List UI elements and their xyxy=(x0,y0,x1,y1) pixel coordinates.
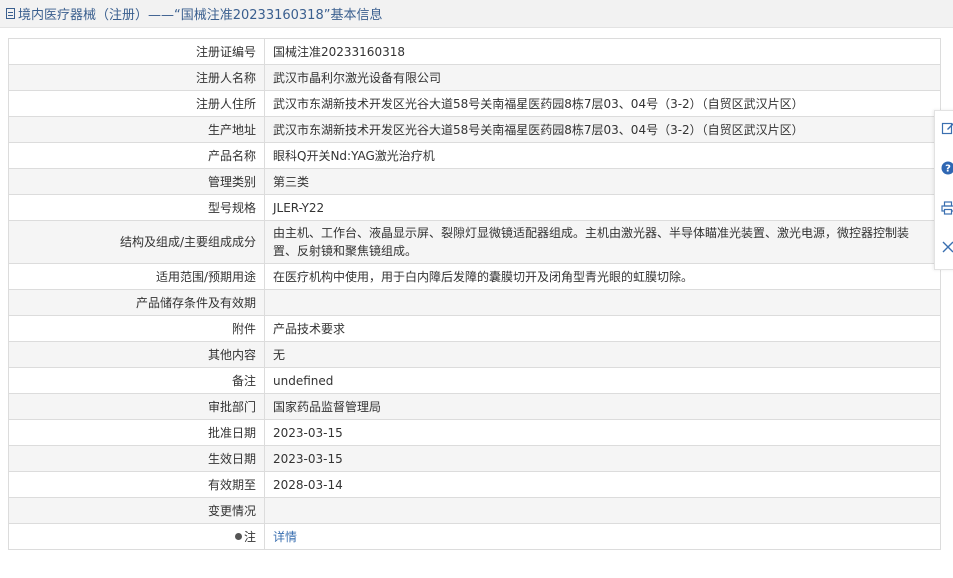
row-label: 型号规格 xyxy=(8,194,265,221)
table-row: 结构及组成/主要组成成分 由主机、工作台、液晶显示屏、裂隙灯显微镜适配器组成。主机… xyxy=(8,220,941,264)
table-row: 审批部门 国家药品监督管理局 xyxy=(8,393,941,420)
note-label-cell: 注 xyxy=(8,523,265,550)
page-header: 境内医疗器械（注册）——“国械注准20233160318”基本信息 xyxy=(0,0,953,28)
row-value: 在医疗机构中使用，用于白内障后发障的囊膜切开及闭角型青光眼的虹膜切除。 xyxy=(264,263,941,290)
table-row: 注册证编号 国械注准20233160318 xyxy=(8,38,941,65)
table-row: 生产地址 武汉市东湖新技术开发区光谷大道58号关南福星医药园8栋7层03、04号（… xyxy=(8,116,941,143)
row-label: 注册人住所 xyxy=(8,90,265,117)
table-row: 产品名称 眼科Q开关Nd:YAG激光治疗机 xyxy=(8,142,941,169)
row-value: 由主机、工作台、液晶显示屏、裂隙灯显微镜适配器组成。主机由激光器、半导体瞄准光装… xyxy=(264,220,941,264)
table-row: 其他内容无 xyxy=(8,341,941,368)
edit-icon[interactable] xyxy=(940,121,953,137)
row-label: 附件 xyxy=(8,315,265,342)
note-label: 注 xyxy=(243,529,256,544)
details-link[interactable]: 详情 xyxy=(273,530,297,544)
row-value: 第三类 xyxy=(264,168,941,195)
row-label: 管理类别 xyxy=(8,168,265,195)
table-row: 批准日期 2023-03-15 xyxy=(8,419,941,446)
row-value: 2023-03-15 xyxy=(264,445,941,472)
row-label: 适用范围/预期用途 xyxy=(8,263,265,290)
row-value: 2028-03-14 xyxy=(264,471,941,498)
table-row: 注册人住所 武汉市东湖新技术开发区光谷大道58号关南福星医药园8栋7层03、04号… xyxy=(8,90,941,117)
row-label: 生效日期 xyxy=(8,445,265,472)
row-label: 结构及组成/主要组成成分 xyxy=(8,220,265,264)
row-label: 注册证编号 xyxy=(8,38,265,65)
row-label: 备注 xyxy=(8,367,265,394)
row-label: 注册人名称 xyxy=(8,64,265,91)
table-row: 有效期至 2028-03-14 xyxy=(8,471,941,498)
row-value: JLER-Y22 xyxy=(264,194,941,221)
detail-table: 注册证编号 国械注准20233160318 注册人名称 武汉市晶利尔激光设备有限公司… xyxy=(8,38,941,550)
row-label: 有效期至 xyxy=(8,471,265,498)
page-title: 境内医疗器械（注册）——“国械注准20233160318”基本信息 xyxy=(18,8,383,23)
table-row: 变更情况 xyxy=(8,497,941,524)
row-value: undefined xyxy=(264,367,941,394)
floating-toolbar: ? xyxy=(934,110,953,270)
row-label: 审批部门 xyxy=(8,393,265,420)
table-row: 注册人名称 武汉市晶利尔激光设备有限公司 xyxy=(8,64,941,91)
table-row: 适用范围/预期用途 在医疗机构中使用，用于白内障后发障的囊膜切开及闭角型青光眼的虹… xyxy=(8,263,941,290)
print-icon[interactable] xyxy=(940,201,953,217)
row-label: 生产地址 xyxy=(8,116,265,143)
row-value: 武汉市东湖新技术开发区光谷大道58号关南福星医药园8栋7层03、04号（3-2）… xyxy=(264,90,941,117)
row-value xyxy=(264,289,941,316)
table-row: 生效日期 2023-03-15 xyxy=(8,445,941,472)
row-value: 无 xyxy=(264,341,941,368)
help-icon[interactable]: ? xyxy=(940,161,953,177)
table-row: 管理类别 第三类 xyxy=(8,168,941,195)
svg-text:?: ? xyxy=(945,164,951,175)
table-row: 产品储存条件及有效期 xyxy=(8,289,941,316)
note-row: 注 详情 xyxy=(8,523,941,550)
row-label: 批准日期 xyxy=(8,419,265,446)
row-value: 2023-03-15 xyxy=(264,419,941,446)
document-icon xyxy=(6,8,15,19)
row-label: 变更情况 xyxy=(8,497,265,524)
row-label: 产品储存条件及有效期 xyxy=(8,289,265,316)
table-row: 附件 产品技术要求 xyxy=(8,315,941,342)
pin-icon xyxy=(234,532,242,540)
row-value xyxy=(264,497,941,524)
row-value: 国械注准20233160318 xyxy=(264,38,941,65)
row-value: 武汉市晶利尔激光设备有限公司 xyxy=(264,64,941,91)
row-value: 眼科Q开关Nd:YAG激光治疗机 xyxy=(264,142,941,169)
note-value-cell: 详情 xyxy=(264,523,941,550)
table-row: 型号规格 JLER-Y22 xyxy=(8,194,941,221)
row-value: 产品技术要求 xyxy=(264,315,941,342)
table-row: 备注 undefined xyxy=(8,367,941,394)
close-icon[interactable] xyxy=(940,241,953,257)
row-label: 产品名称 xyxy=(8,142,265,169)
row-value: 国家药品监督管理局 xyxy=(264,393,941,420)
row-label: 其他内容 xyxy=(8,341,265,368)
row-value: 武汉市东湖新技术开发区光谷大道58号关南福星医药园8栋7层03、04号（3-2）… xyxy=(264,116,941,143)
